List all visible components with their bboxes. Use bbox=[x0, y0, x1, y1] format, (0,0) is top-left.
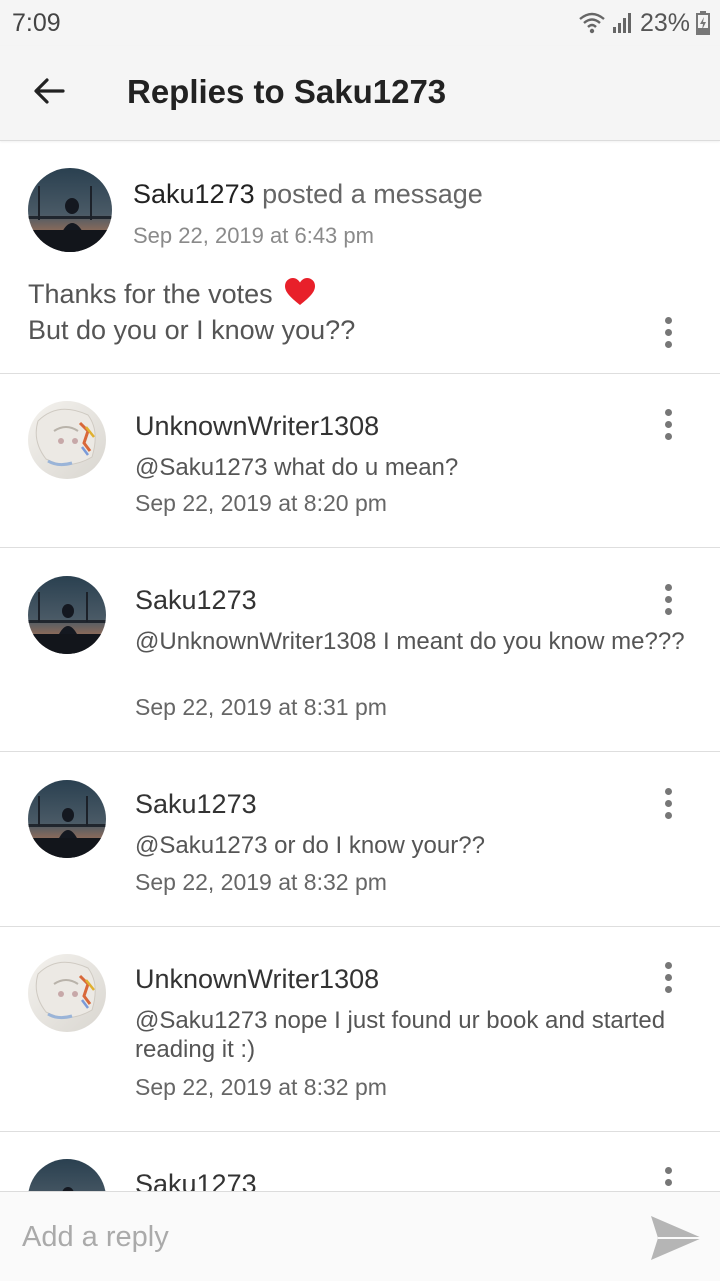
avatar[interactable] bbox=[28, 954, 106, 1032]
original-post: Saku1273 posted a message Sep 22, 2019 a… bbox=[0, 141, 720, 374]
reply-item: UnknownWriter1308 @Saku1273 nope I just … bbox=[0, 926, 720, 1132]
reply-input[interactable] bbox=[22, 1212, 602, 1262]
avatar[interactable] bbox=[28, 576, 106, 654]
reply-text: @Saku1273 nope I just found ur book and … bbox=[135, 1007, 666, 1063]
more-vert-icon-dot bbox=[664, 973, 672, 981]
more-vert-icon-dot bbox=[664, 432, 672, 440]
reply-timestamp: Sep 22, 2019 at 8:31 pm bbox=[135, 694, 387, 720]
post-action: posted a message bbox=[262, 179, 483, 209]
signal-icon bbox=[612, 12, 634, 34]
send-button[interactable] bbox=[648, 1212, 704, 1264]
avatar[interactable] bbox=[28, 168, 112, 252]
reply-author-name[interactable]: Saku1273 bbox=[135, 1169, 257, 1191]
wifi-icon bbox=[578, 12, 606, 34]
reply-more-button[interactable] bbox=[648, 775, 688, 831]
replies-list[interactable]: Saku1273 posted a message Sep 22, 2019 a… bbox=[0, 141, 720, 1191]
reply-item: Saku1273 bbox=[0, 1131, 720, 1191]
status-icons: 23% bbox=[578, 8, 710, 38]
reply-timestamp: Sep 22, 2019 at 8:20 pm bbox=[135, 490, 387, 516]
more-vert-icon-dot bbox=[664, 583, 672, 591]
more-vert-icon-dot bbox=[664, 1178, 672, 1186]
more-vert-icon-dot bbox=[664, 420, 672, 428]
post-body-line2: But do you or I know you?? bbox=[28, 315, 356, 345]
app-bar: Replies to Saku1273 bbox=[0, 46, 720, 141]
avatar[interactable] bbox=[28, 401, 106, 479]
reply-more-button[interactable] bbox=[648, 571, 688, 627]
heart-icon bbox=[284, 277, 316, 314]
post-body-line1: Thanks for the votes bbox=[28, 279, 273, 309]
status-time: 7:09 bbox=[12, 9, 61, 37]
reply-timestamp: Sep 22, 2019 at 8:32 pm bbox=[135, 869, 387, 895]
more-vert-icon-dot bbox=[664, 408, 672, 416]
more-vert-icon-dot bbox=[664, 1166, 672, 1174]
reply-text: @Saku1273 what do u mean? bbox=[135, 454, 459, 481]
battery-percent: 23% bbox=[639, 8, 690, 37]
more-vert-icon-dot bbox=[664, 607, 672, 615]
reply-more-button[interactable] bbox=[648, 949, 688, 1005]
post-timestamp: Sep 22, 2019 at 6:43 pm bbox=[133, 223, 374, 248]
send-icon bbox=[648, 1216, 704, 1268]
status-bar: 7:09 23% bbox=[0, 0, 720, 46]
post-header: Saku1273 posted a message bbox=[133, 179, 483, 210]
reply-author-name[interactable]: Saku1273 bbox=[135, 789, 257, 820]
reply-author-name[interactable]: UnknownWriter1308 bbox=[135, 964, 379, 995]
reply-more-button[interactable] bbox=[648, 1154, 688, 1191]
avatar[interactable] bbox=[28, 1159, 106, 1191]
more-vert-icon-dot bbox=[664, 595, 672, 603]
post-body: Thanks for the votes But do you or I kno… bbox=[28, 277, 688, 346]
avatar[interactable] bbox=[28, 780, 106, 858]
more-vert-icon-dot bbox=[664, 985, 672, 993]
more-vert-icon-dot bbox=[664, 799, 672, 807]
more-vert-icon-dot bbox=[664, 961, 672, 969]
reply-more-button[interactable] bbox=[648, 396, 688, 452]
reply-text: @Saku1273 or do I know your?? bbox=[135, 832, 485, 859]
reply-author-name[interactable]: Saku1273 bbox=[135, 585, 257, 616]
reply-timestamp: Sep 22, 2019 at 8:32 pm bbox=[135, 1074, 387, 1100]
reply-item: UnknownWriter1308 @Saku1273 what do u me… bbox=[0, 373, 720, 548]
battery-icon bbox=[696, 11, 710, 35]
post-author-name[interactable]: Saku1273 bbox=[133, 179, 255, 209]
reply-author-name[interactable]: UnknownWriter1308 bbox=[135, 411, 379, 442]
more-vert-icon-dot bbox=[664, 811, 672, 819]
reply-composer bbox=[0, 1191, 720, 1281]
back-arrow-icon bbox=[33, 77, 65, 110]
more-vert-icon-dot bbox=[664, 787, 672, 795]
back-button[interactable] bbox=[22, 68, 76, 118]
reply-item: Saku1273 @UnknownWriter1308 I meant do y… bbox=[0, 547, 720, 752]
reply-item: Saku1273 @Saku1273 or do I know your?? S… bbox=[0, 751, 720, 927]
reply-text: @UnknownWriter1308 I meant do you know m… bbox=[135, 628, 685, 655]
page-title: Replies to Saku1273 bbox=[127, 73, 447, 110]
